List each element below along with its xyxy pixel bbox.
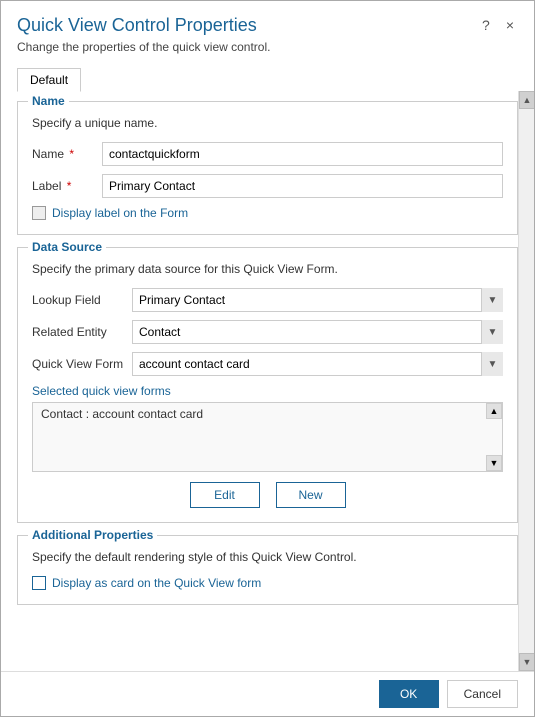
datasource-section-legend: Data Source [28, 240, 106, 254]
cancel-button[interactable]: Cancel [447, 680, 518, 708]
scrollbar: ▲ ▼ [518, 91, 534, 671]
display-label-checkbox-row: Display label on the Form [32, 206, 503, 220]
listbox-inner: Contact : account contact card [33, 403, 486, 471]
name-section-desc: Specify a unique name. [32, 116, 503, 130]
card-checkbox[interactable] [32, 576, 46, 590]
quickview-form-wrapper: account contact card ▼ [132, 352, 503, 376]
name-field-row: Name * [32, 142, 503, 166]
new-button[interactable]: New [276, 482, 346, 508]
close-button[interactable]: × [502, 15, 518, 35]
lookup-field-row: Lookup Field Primary Contact ▼ [32, 288, 503, 312]
card-checkbox-label: Display as card on the Quick View form [52, 576, 261, 590]
listbox-scroll-down[interactable]: ▼ [486, 455, 502, 471]
dialog-title: Quick View Control Properties [17, 15, 270, 36]
title-area: Quick View Control Properties Change the… [17, 15, 270, 54]
name-section: Name Specify a unique name. Name * Label… [17, 101, 518, 235]
display-label-checkbox[interactable] [32, 206, 46, 220]
edit-new-button-row: Edit New [32, 482, 503, 508]
listbox-scroll-up[interactable]: ▲ [486, 403, 502, 419]
dialog-subtitle: Change the properties of the quick view … [17, 40, 270, 54]
name-section-legend: Name [28, 94, 69, 108]
quickview-form-label: Quick View Form [32, 357, 132, 371]
lookup-field-wrapper: Primary Contact ▼ [132, 288, 503, 312]
related-entity-row: Related Entity Contact ▼ [32, 320, 503, 344]
additional-section: Additional Properties Specify the defaul… [17, 535, 518, 605]
scroll-down-arrow[interactable]: ▼ [519, 653, 534, 671]
tab-default[interactable]: Default [17, 68, 81, 92]
display-label-checkbox-label: Display label on the Form [52, 206, 188, 220]
label-required: * [67, 179, 72, 193]
additional-section-legend: Additional Properties [28, 528, 157, 542]
quickview-form-row: Quick View Form account contact card ▼ [32, 352, 503, 376]
datasource-section: Data Source Specify the primary data sou… [17, 247, 518, 523]
datasource-section-desc: Specify the primary data source for this… [32, 262, 503, 276]
content-wrapper: Name Specify a unique name. Name * Label… [1, 91, 534, 671]
name-required: * [69, 147, 74, 161]
lookup-field-label: Lookup Field [32, 293, 132, 307]
quickview-form-select[interactable]: account contact card [132, 352, 503, 376]
edit-button[interactable]: Edit [190, 482, 260, 508]
content-scroll[interactable]: Name Specify a unique name. Name * Label… [1, 91, 534, 671]
title-buttons: ? × [478, 15, 518, 35]
additional-section-desc: Specify the default rendering style of t… [32, 550, 503, 564]
help-button[interactable]: ? [478, 15, 494, 35]
ok-button[interactable]: OK [379, 680, 439, 708]
dialog-header: Quick View Control Properties Change the… [1, 1, 534, 60]
list-item: Contact : account contact card [33, 403, 486, 425]
dialog-container: Quick View Control Properties Change the… [0, 0, 535, 717]
card-checkbox-row: Display as card on the Quick View form [32, 576, 503, 590]
label-field-label: Label * [32, 179, 102, 193]
selected-forms-listbox[interactable]: Contact : account contact card ▲ ▼ [32, 402, 503, 472]
name-field-label: Name * [32, 147, 102, 161]
related-entity-label: Related Entity [32, 325, 132, 339]
scroll-up-arrow[interactable]: ▲ [519, 91, 534, 109]
selected-forms-label: Selected quick view forms [32, 384, 503, 398]
tab-bar: Default [1, 60, 534, 91]
dialog-footer: OK Cancel [1, 671, 534, 716]
lookup-field-select[interactable]: Primary Contact [132, 288, 503, 312]
label-field-row: Label * [32, 174, 503, 198]
name-input[interactable] [102, 142, 503, 166]
label-input[interactable] [102, 174, 503, 198]
related-entity-wrapper: Contact ▼ [132, 320, 503, 344]
related-entity-select[interactable]: Contact [132, 320, 503, 344]
